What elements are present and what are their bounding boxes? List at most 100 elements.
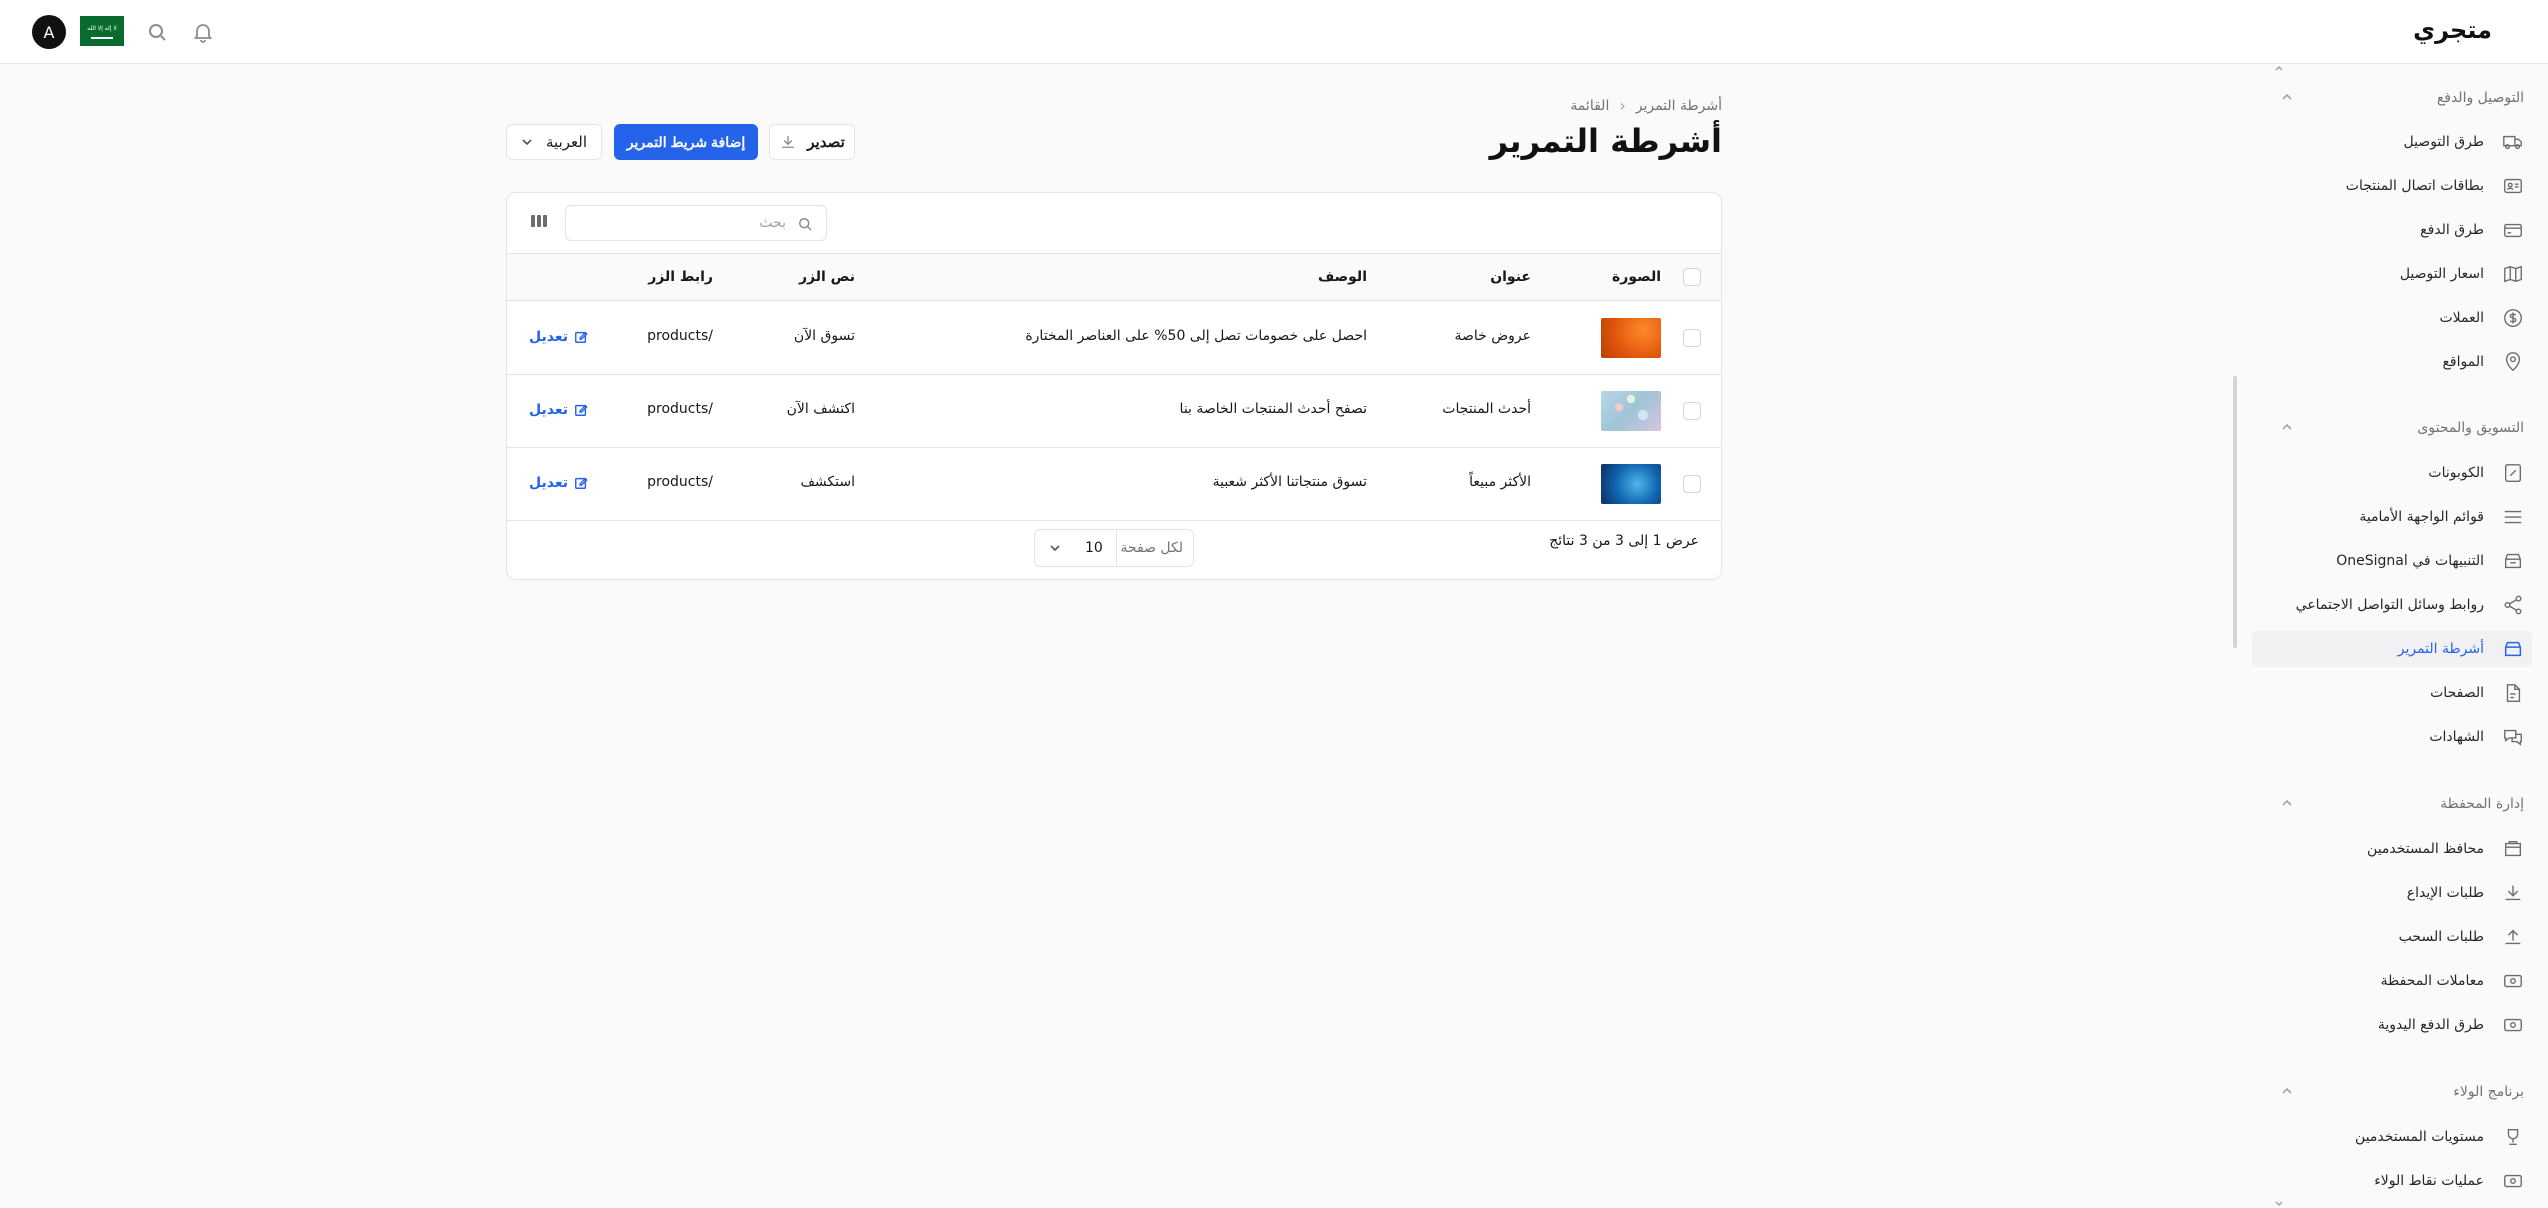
- sidebar-item-label: روابط وسائل التواصل الاجتماعي: [2295, 597, 2484, 613]
- sidebar-item-label: أشرطة التمرير: [2397, 641, 2484, 657]
- cell-title: الأكثر مبيعاً: [1469, 474, 1531, 490]
- scroll-up-chevron-icon[interactable]: [2274, 64, 2284, 74]
- language-select[interactable]: العربية: [506, 124, 602, 160]
- sidebar-item-label: طرق التوصيل: [2403, 134, 2484, 150]
- edit-icon: [575, 331, 588, 343]
- sidebar-scrollbar[interactable]: [2233, 376, 2237, 648]
- scroll-down-chevron-icon[interactable]: [2274, 1198, 2284, 1208]
- edit-link[interactable]: تعديل: [529, 402, 588, 418]
- edit-label: تعديل: [529, 475, 568, 491]
- cell-description: احصل على خصومات تصل إلى 50% على العناصر …: [1025, 328, 1367, 344]
- sidebar-item-currencies[interactable]: العملات: [2252, 300, 2532, 336]
- sidebar-item-label: الصفحات: [2430, 685, 2484, 701]
- chevron-down-icon: [1050, 545, 1060, 552]
- cell-title: أحدث المنتجات: [1442, 401, 1531, 417]
- cell-button-text: تسوق الآن: [793, 328, 855, 344]
- edit-label: تعديل: [529, 329, 568, 345]
- row-checkbox[interactable]: [1683, 475, 1701, 493]
- sidebar-item-storefront-menus[interactable]: قوائم الواجهة الأمامية: [2252, 499, 2532, 535]
- search-input[interactable]: [566, 206, 826, 240]
- breadcrumb-parent[interactable]: أشرطة التمرير: [1636, 98, 1722, 114]
- column-header-button-link[interactable]: رابط الزر: [648, 269, 713, 285]
- sidebar-item-user-levels[interactable]: مستويات المستخدمين: [2252, 1119, 2532, 1155]
- sidebar-item-onesignal-notifications[interactable]: التنبيهات في OneSignal: [2252, 543, 2532, 579]
- columns-icon[interactable]: [529, 211, 549, 231]
- per-page-label: لكل صفحة: [1120, 540, 1183, 556]
- sidebar-item-pages[interactable]: الصفحات: [2252, 675, 2532, 711]
- search-icon: [799, 218, 812, 231]
- table-row: عروض خاصة احصل على خصومات تصل إلى 50% عل…: [507, 302, 1721, 375]
- dollar-icon: [2504, 309, 2522, 327]
- language-select-value: العربية: [546, 133, 587, 151]
- cell-description: تصفح أحدث المنتجات الخاصة بنا: [1179, 401, 1367, 417]
- avatar-initial: A: [43, 22, 55, 42]
- sidebar-item-label: طرق الدفع: [2420, 222, 2484, 238]
- cell-button-text: استكشف: [800, 474, 855, 490]
- sidebar-item-locations[interactable]: المواقع: [2252, 344, 2532, 380]
- slider-image-thumbnail: [1601, 464, 1661, 504]
- edit-link[interactable]: تعديل: [529, 329, 588, 345]
- section-title-loyalty-program: برنامج الولاء: [2453, 1084, 2524, 1100]
- chevron-up-icon[interactable]: [2280, 1084, 2294, 1098]
- share-icon: [2504, 595, 2522, 615]
- sidebar-item-label: معاملات المحفظة: [2380, 973, 2484, 989]
- sidebar-item-shipping-rates[interactable]: اسعار التوصيل: [2252, 256, 2532, 292]
- chevron-up-icon[interactable]: [2280, 420, 2294, 434]
- menu-lines-icon: [2504, 510, 2522, 524]
- sidebar-item-loyalty-points-operations[interactable]: عمليات نقاط الولاء: [2252, 1163, 2532, 1199]
- slider-image-thumbnail: [1601, 318, 1661, 358]
- user-avatar[interactable]: A: [32, 15, 66, 49]
- per-page-select[interactable]: لكل صفحة 10: [1034, 529, 1194, 567]
- edit-link[interactable]: تعديل: [529, 475, 588, 491]
- sidebar-item-coupons[interactable]: الكوبونات: [2252, 455, 2532, 491]
- sidebar-item-manual-payment-methods[interactable]: طرق الدفع اليدوية: [2252, 1007, 2532, 1043]
- bell-icon[interactable]: [191, 20, 215, 44]
- table-search[interactable]: [565, 205, 827, 241]
- sidebar-item-withdraw-requests[interactable]: طلبات السحب: [2252, 919, 2532, 955]
- sidebar-item-label: قوائم الواجهة الأمامية: [2359, 509, 2484, 525]
- download-icon: [782, 136, 795, 148]
- language-flag-icon[interactable]: لا إله إلا الله: [80, 16, 124, 46]
- credit-card-icon: [2504, 223, 2522, 238]
- chevron-up-icon[interactable]: [2280, 90, 2294, 104]
- sidebar-item-social-links[interactable]: روابط وسائل التواصل الاجتماعي: [2252, 587, 2532, 623]
- column-header-description[interactable]: الوصف: [1318, 269, 1367, 285]
- sidebar-item-user-wallets[interactable]: محافظ المستخدمين: [2252, 831, 2532, 867]
- column-header-button-text[interactable]: نص الزر: [799, 269, 855, 285]
- sidebar-item-label: محافظ المستخدمين: [2367, 841, 2484, 857]
- map-icon: [2504, 265, 2522, 283]
- sidebar: التوصيل والدفع طرق التوصيل بطاقات اتصال …: [2248, 64, 2548, 1208]
- breadcrumb-current: القائمة: [1570, 97, 1610, 114]
- export-button[interactable]: تصدير: [769, 124, 855, 160]
- search-icon[interactable]: [145, 20, 169, 44]
- edit-icon: [575, 404, 588, 416]
- section-title-shipping-payment: التوصيل والدفع: [2436, 90, 2524, 106]
- location-pin-icon: [2505, 352, 2521, 372]
- chevron-left-icon: ‹: [1619, 96, 1626, 115]
- column-header-image[interactable]: الصورة: [1612, 269, 1661, 285]
- page-title: أشرطة التمرير: [1489, 122, 1722, 160]
- sidebar-item-sliders[interactable]: أشرطة التمرير: [2252, 631, 2532, 667]
- row-checkbox[interactable]: [1683, 329, 1701, 347]
- sidebar-item-label: طلبات الإيداع: [2406, 885, 2484, 901]
- chevron-up-icon[interactable]: [2280, 796, 2294, 810]
- sidebar-item-wallet-transactions[interactable]: معاملات المحفظة: [2252, 963, 2532, 999]
- cash-icon: [2504, 1018, 2522, 1032]
- cell-title: عروض خاصة: [1454, 328, 1531, 344]
- pagination-summary: عرض 1 إلى 3 من 3 نتائج: [1549, 533, 1699, 549]
- column-header-title[interactable]: عنوان: [1490, 269, 1531, 285]
- sidebar-item-label: الكوبونات: [2428, 465, 2484, 481]
- sidebar-item-label: التنبيهات في OneSignal: [2336, 553, 2484, 569]
- brand-logo[interactable]: متجري: [2413, 16, 2492, 44]
- sidebar-item-payment-methods[interactable]: طرق الدفع: [2252, 212, 2532, 248]
- sidebar-item-deposit-requests[interactable]: طلبات الإيداع: [2252, 875, 2532, 911]
- sidebar-item-label: طرق الدفع اليدوية: [2377, 1017, 2484, 1033]
- sidebar-item-testimonials[interactable]: الشهادات: [2252, 719, 2532, 755]
- select-all-checkbox[interactable]: [1683, 268, 1701, 286]
- row-checkbox[interactable]: [1683, 402, 1701, 420]
- section-title-wallet-management: إدارة المحفظة: [2440, 796, 2524, 812]
- slider-image-thumbnail: [1601, 391, 1661, 431]
- sidebar-item-shipping-methods[interactable]: طرق التوصيل: [2252, 124, 2532, 160]
- add-slider-button[interactable]: إضافة شريط التمرير: [614, 124, 758, 160]
- sidebar-item-product-contact-cards[interactable]: بطاقات اتصال المنتجات: [2252, 168, 2532, 204]
